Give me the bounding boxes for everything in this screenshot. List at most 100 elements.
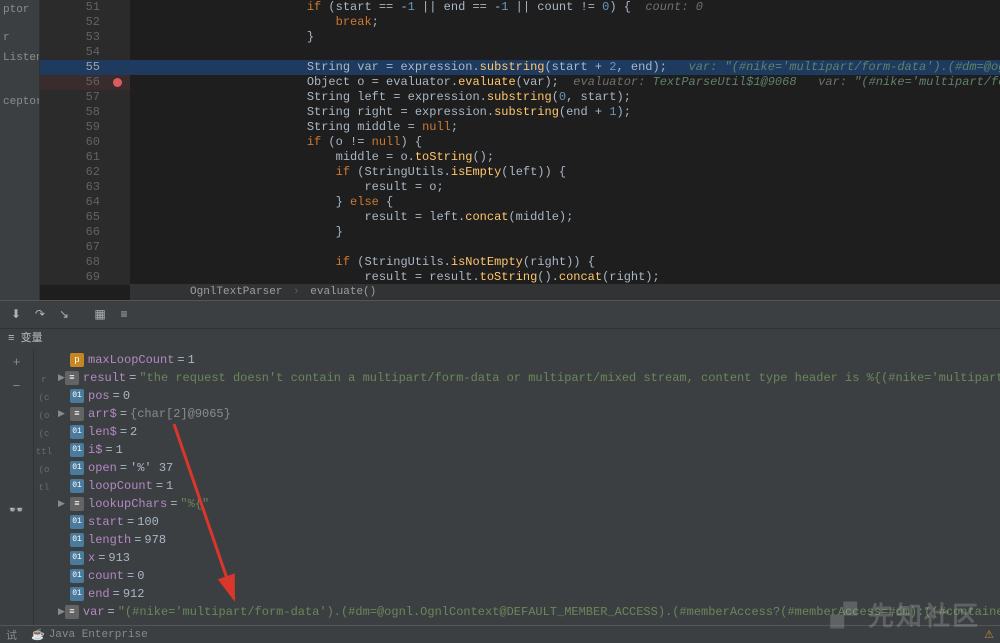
step-over-icon[interactable]: ↷ <box>30 305 50 325</box>
expand-arrow-icon[interactable]: ▶ <box>58 405 70 423</box>
variable-row[interactable]: 01loopCount = 1 <box>54 477 1000 495</box>
var-value: 978 <box>144 531 166 549</box>
line-number[interactable]: 58 <box>40 105 130 120</box>
variable-row[interactable]: 01x = 913 <box>54 549 1000 567</box>
code-line[interactable]: 57 String left = expression.substring(0,… <box>40 90 1000 105</box>
code-line[interactable]: 53 } <box>40 30 1000 45</box>
breadcrumb[interactable]: OgnlTextParser › evaluate() <box>130 284 1000 300</box>
add-icon[interactable]: + <box>8 353 26 371</box>
line-number[interactable]: 68 <box>40 255 130 270</box>
variables-tree[interactable]: pmaxLoopCount = 1▶≡result = "the request… <box>54 349 1000 625</box>
variable-row[interactable]: 01i$ = 1 <box>54 441 1000 459</box>
sidebar-item[interactable]: ceptor <box>0 92 39 112</box>
line-number[interactable]: 57 <box>40 90 130 105</box>
code-line[interactable]: 68 if (StringUtils.isNotEmpty(right)) { <box>40 255 1000 270</box>
line-number[interactable]: 61 <box>40 150 130 165</box>
variable-row[interactable]: 01open = '%' 37 <box>54 459 1000 477</box>
code-line[interactable]: 66 } <box>40 225 1000 240</box>
code-line[interactable]: 56 Object o = evaluator.evaluate(var); e… <box>40 75 1000 90</box>
code-line[interactable]: 52 break; <box>40 15 1000 30</box>
grid-icon[interactable]: ▦ <box>90 305 110 325</box>
expand-arrow-icon[interactable]: ▶ <box>58 603 65 621</box>
code-line[interactable]: 65 result = left.concat(middle); <box>40 210 1000 225</box>
variable-row[interactable]: 01start = 100 <box>54 513 1000 531</box>
menu-icon[interactable]: ≡ <box>8 329 15 349</box>
line-number[interactable]: 64 <box>40 195 130 210</box>
variable-row[interactable]: 01count = 0 <box>54 567 1000 585</box>
code-line[interactable]: 51 if (start == -1 || end == -1 || count… <box>40 0 1000 15</box>
remove-icon[interactable]: − <box>8 377 26 395</box>
variable-row[interactable]: pmaxLoopCount = 1 <box>54 351 1000 369</box>
var-name: i$ <box>88 441 102 459</box>
var-type-badge: 01 <box>70 461 84 475</box>
list-icon[interactable]: ≡ <box>114 305 134 325</box>
code-editor[interactable]: 51 if (start == -1 || end == -1 || count… <box>40 0 1000 300</box>
code-line[interactable]: 67 <box>40 240 1000 255</box>
variable-row[interactable]: ▶≡lookupChars = "%{" <box>54 495 1000 513</box>
code-line[interactable]: 59 String middle = null; <box>40 120 1000 135</box>
download-icon[interactable]: ⬇ <box>6 305 26 325</box>
expand-arrow-icon[interactable]: ▶ <box>58 369 65 387</box>
variable-row[interactable]: ▶≡arr$ = {char[2]@9065} <box>54 405 1000 423</box>
line-number[interactable]: 62 <box>40 165 130 180</box>
sidebar-item[interactable]: r <box>0 28 39 48</box>
link-icon[interactable]: 👓 <box>8 501 26 519</box>
code-line[interactable]: 58 String right = expression.substring(e… <box>40 105 1000 120</box>
var-type-badge: 01 <box>70 443 84 457</box>
frames-labels: r (c (o (c ttl (o tl <box>34 349 54 625</box>
var-value: 0 <box>137 567 144 585</box>
line-number[interactable]: 69 <box>40 270 130 285</box>
breadcrumb-method[interactable]: evaluate() <box>310 286 376 298</box>
line-number[interactable]: 59 <box>40 120 130 135</box>
sidebar-item[interactable] <box>0 76 39 84</box>
var-name: length <box>88 531 131 549</box>
code-line[interactable]: 54 <box>40 45 1000 60</box>
code-line[interactable]: 62 if (StringUtils.isEmpty(left)) { <box>40 165 1000 180</box>
code-line[interactable]: 61 middle = o.toString(); <box>40 150 1000 165</box>
project-sidebar[interactable]: ptor r Listener ceptor <box>0 0 40 300</box>
variables-side-toolbar: + − 👓 <box>0 349 34 625</box>
code-line[interactable]: 69 result = result.toString().concat(rig… <box>40 270 1000 285</box>
variables-tab-header[interactable]: ≡ 变量 <box>0 329 1000 349</box>
code-line[interactable]: 55 String var = expression.substring(sta… <box>40 60 1000 75</box>
line-number[interactable]: 60 <box>40 135 130 150</box>
expand-arrow-icon[interactable]: ▶ <box>58 495 70 513</box>
var-name: loopCount <box>88 477 153 495</box>
line-number[interactable]: 56 <box>40 75 130 90</box>
var-value: '%' 37 <box>130 459 173 477</box>
variable-row[interactable]: 01len$ = 2 <box>54 423 1000 441</box>
variable-row[interactable]: 01length = 978 <box>54 531 1000 549</box>
sidebar-item[interactable]: ptor <box>0 0 39 20</box>
code-line[interactable]: 60 if (o != null) { <box>40 135 1000 150</box>
sidebar-item[interactable] <box>0 20 39 28</box>
line-number[interactable]: 51 <box>40 0 130 15</box>
line-number[interactable]: 54 <box>40 45 130 60</box>
variable-row[interactable]: ▶≡result = "the request doesn't contain … <box>54 369 1000 387</box>
sidebar-item[interactable] <box>0 84 39 92</box>
line-number[interactable]: 52 <box>40 15 130 30</box>
var-name: count <box>88 567 124 585</box>
line-number[interactable]: 65 <box>40 210 130 225</box>
sidebar-item[interactable] <box>0 68 39 76</box>
variable-row[interactable]: 01pos = 0 <box>54 387 1000 405</box>
status-java-enterprise[interactable]: Java Enterprise <box>49 629 148 641</box>
step-into-icon[interactable]: ↘ <box>54 305 74 325</box>
sidebar-item[interactable]: Listener <box>0 48 39 68</box>
status-java-icon[interactable]: ☕ <box>31 628 45 642</box>
code-line[interactable]: 64 } else { <box>40 195 1000 210</box>
var-type-badge: 01 <box>70 551 84 565</box>
warning-icon[interactable]: ⚠ <box>984 628 994 642</box>
line-number[interactable]: 63 <box>40 180 130 195</box>
code-line[interactable]: 63 result = o; <box>40 180 1000 195</box>
line-number[interactable]: 55 <box>40 60 130 75</box>
line-number[interactable]: 53 <box>40 30 130 45</box>
debug-toolbar: ⬇ ↷ ↘ ▦ ≡ <box>0 301 1000 329</box>
status-left[interactable]: 试 <box>6 627 17 643</box>
var-type-badge: 01 <box>70 569 84 583</box>
line-number[interactable]: 66 <box>40 225 130 240</box>
var-type-badge: 01 <box>70 533 84 547</box>
var-value: 1 <box>116 441 123 459</box>
var-name: x <box>88 549 95 567</box>
breadcrumb-class[interactable]: OgnlTextParser <box>190 286 282 298</box>
line-number[interactable]: 67 <box>40 240 130 255</box>
